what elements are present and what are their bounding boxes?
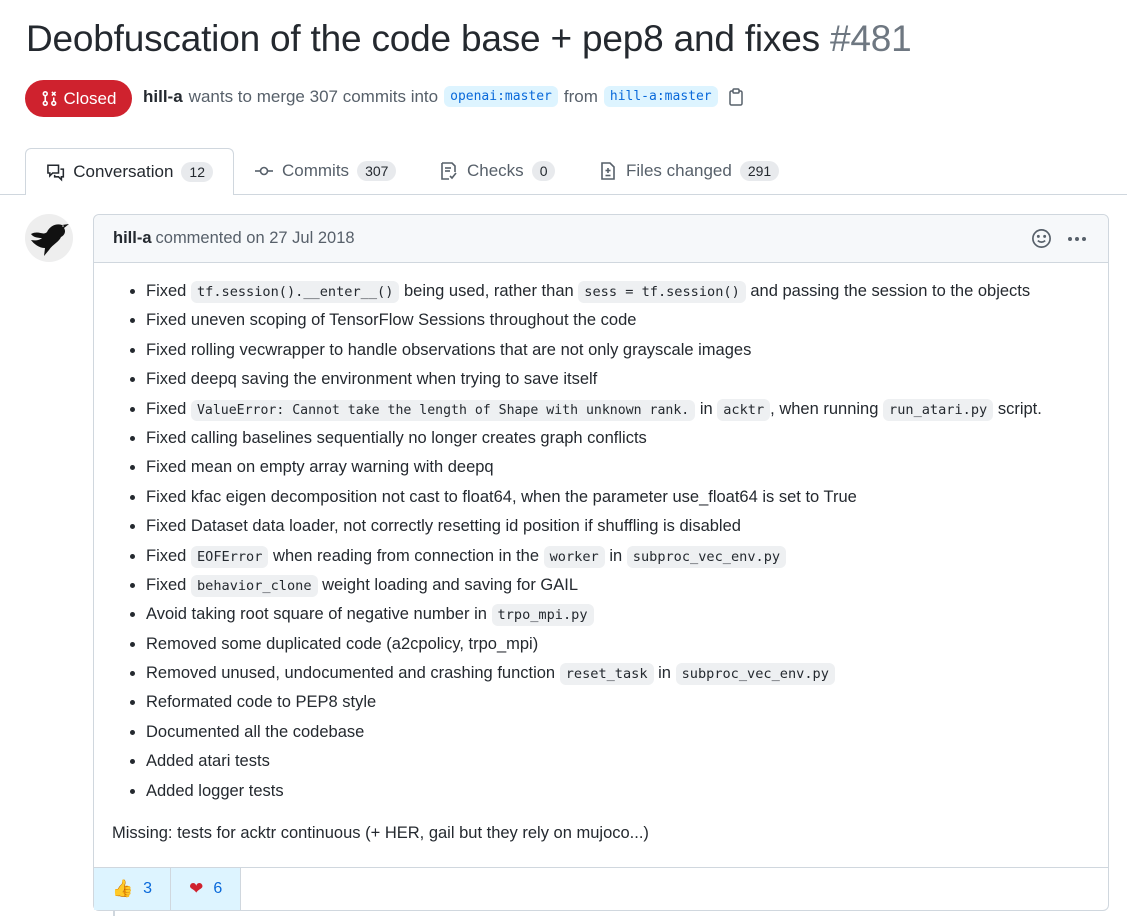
list-item: Fixed mean on empty array warning with d… (146, 453, 1090, 482)
raven-avatar-icon (25, 214, 73, 262)
base-branch[interactable]: openai:master (444, 86, 558, 107)
tab-label: Checks (467, 161, 524, 180)
comment-timestamp[interactable]: commented on 27 Jul 2018 (156, 229, 355, 248)
list-item: Added atari tests (146, 747, 1090, 776)
comment-header: hill-a commented on 27 Jul 2018 (94, 215, 1108, 263)
status-badge: Closed (25, 80, 132, 117)
author-link[interactable]: hill-a (143, 87, 183, 107)
list-item: Fixed uneven scoping of TensorFlow Sessi… (146, 306, 1090, 335)
smiley-icon[interactable] (1031, 228, 1052, 249)
list-item: Fixed deepq saving the environment when … (146, 365, 1090, 394)
list-item: Fixed EOFError when reading from connect… (146, 542, 1090, 571)
list-item: Fixed behavior_clone weight loading and … (146, 571, 1090, 600)
list-item: Avoid taking root square of negative num… (146, 600, 1090, 629)
reaction-heart-button[interactable]: ❤ 6 (171, 868, 242, 910)
head-branch[interactable]: hill-a:master (603, 86, 718, 107)
tab-commits[interactable]: Commits 307 (254, 148, 397, 194)
list-item: Documented all the codebase (146, 718, 1090, 747)
heart-icon: ❤ (189, 879, 204, 898)
list-item: Fixed calling baselines sequentially no … (146, 424, 1090, 453)
list-item: Reformated code to PEP8 style (146, 688, 1090, 717)
checklist-icon (441, 162, 457, 180)
comment-author-link[interactable]: hill-a (113, 229, 152, 248)
pr-number: #481 (829, 18, 912, 59)
avatar[interactable] (25, 214, 73, 262)
thumbs-up-icon: 👍 (112, 879, 134, 898)
copy-icon[interactable] (728, 87, 744, 106)
pr-tabs: Conversation 12 Commits 307 Checks 0 Fil… (0, 148, 1127, 195)
comment-discussion-icon (47, 164, 65, 182)
tab-counter: 12 (181, 162, 213, 182)
pr-meta: hill-a wants to merge 307 commits into o… (143, 86, 744, 107)
list-item: Fixed rolling vecwrapper to handle obser… (146, 336, 1090, 365)
tab-counter: 0 (531, 161, 556, 181)
git-commit-icon (255, 166, 273, 176)
list-item: Removed some duplicated code (a2cpolicy,… (146, 630, 1090, 659)
reaction-count: 3 (143, 880, 153, 897)
comment-box: hill-a commented on 27 Jul 2018 Fixed tf… (93, 214, 1109, 911)
merge-text: wants to merge 307 commits into (188, 86, 439, 106)
tab-label: Files changed (626, 161, 732, 180)
tab-files-changed[interactable]: Files changed 291 (598, 148, 780, 194)
tab-conversation[interactable]: Conversation 12 (25, 148, 234, 195)
tab-label: Commits (282, 161, 350, 180)
timeline-line (113, 911, 115, 916)
list-item: Fixed tf.session().__enter__() being use… (146, 277, 1090, 306)
from-text: from (563, 86, 598, 106)
tab-counter: 291 (739, 161, 780, 181)
list-item: Fixed kfac eigen decomposition not cast … (146, 483, 1090, 512)
list-item: Fixed Dataset data loader, not correctly… (146, 512, 1090, 541)
reaction-thumbs-up-button[interactable]: 👍 3 (94, 868, 172, 910)
list-item: Added logger tests (146, 777, 1090, 806)
reaction-count: 6 (213, 880, 223, 897)
comment-body: Fixed tf.session().__enter__() being use… (94, 263, 1108, 844)
list-item: Fixed ValueError: Cannot take the length… (146, 395, 1090, 424)
pr-title: Deobfuscation of the code base + pep8 an… (26, 18, 912, 60)
kebab-horizontal-icon[interactable] (1066, 229, 1088, 249)
git-pull-request-closed-icon (42, 91, 56, 106)
list-item: Removed unused, undocumented and crashin… (146, 659, 1090, 688)
pr-title-text: Deobfuscation of the code base + pep8 an… (26, 18, 820, 59)
status-label: Closed (63, 88, 117, 108)
missing-note: Missing: tests for acktr continuous (+ H… (112, 824, 649, 843)
fix-list: Fixed tf.session().__enter__() being use… (112, 277, 1090, 806)
file-diff-icon (601, 162, 615, 180)
reactions-bar: 👍 3 ❤ 6 (94, 867, 1108, 910)
tab-label: Conversation (73, 162, 174, 181)
tab-counter: 307 (357, 161, 397, 181)
tab-checks[interactable]: Checks 0 (439, 148, 556, 194)
